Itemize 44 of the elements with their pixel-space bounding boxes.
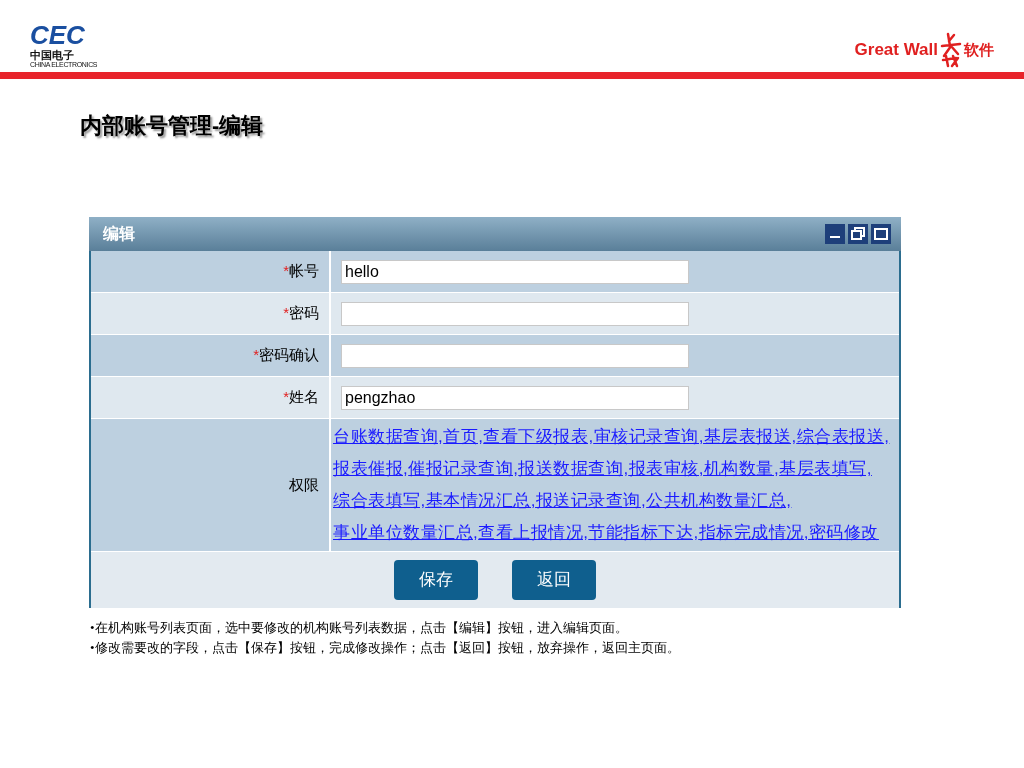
- logo-mark: CEC: [30, 22, 86, 48]
- permission-link[interactable]: 基层表填写,: [779, 459, 872, 478]
- instruction-text: •修改需要改的字段，点击【保存】按钮，完成修改操作；点击【返回】按钮，放弃操作，返回主页面。: [90, 639, 681, 657]
- permission-link[interactable]: 报表审核,: [628, 459, 704, 478]
- permission-link[interactable]: 审核记录查询,: [593, 427, 704, 446]
- action-button[interactable]: 保存: [394, 560, 478, 600]
- permission-link[interactable]: 催报记录查询,: [408, 459, 519, 478]
- permission-link[interactable]: 报送数据查询,: [518, 459, 629, 478]
- permission-link[interactable]: 指标完成情况,: [698, 523, 809, 542]
- permission-link[interactable]: 报送记录查询,: [535, 491, 647, 510]
- permission-link[interactable]: 报表催报,: [333, 459, 409, 478]
- field-label: *密码: [283, 303, 319, 324]
- permission-link[interactable]: 首页,: [443, 427, 484, 446]
- permission-link[interactable]: 查看下级报表,: [483, 427, 594, 446]
- maximize-icon[interactable]: [871, 224, 891, 244]
- text-field[interactable]: hello: [341, 259, 689, 284]
- action-button[interactable]: 返回: [512, 560, 596, 600]
- permission-link[interactable]: 基本情况汇总,: [425, 491, 536, 510]
- minimize-icon[interactable]: [825, 224, 845, 244]
- permission-link[interactable]: 密码修改: [808, 523, 879, 542]
- text-field[interactable]: [341, 301, 689, 326]
- logo-name: Great Wall: [854, 39, 938, 62]
- field-label: 权限: [289, 474, 319, 495]
- permission-link[interactable]: 综合表填写,: [333, 491, 426, 510]
- permission-link[interactable]: 台账数据查询,: [333, 427, 444, 446]
- permission-link[interactable]: 基层表报送,: [703, 427, 797, 446]
- slide-title: 内部账号管理-编辑: [80, 112, 265, 140]
- field-label: *密码确认: [253, 345, 319, 366]
- calligraphy-icon: [940, 32, 962, 68]
- restore-icon[interactable]: [848, 224, 868, 244]
- permission-link[interactable]: 公共机构数量汇总,: [646, 491, 792, 510]
- logo-suffix: 软件: [964, 39, 994, 60]
- field-label: *姓名: [283, 387, 319, 408]
- text-field[interactable]: pengzhao: [341, 385, 689, 410]
- permission-link[interactable]: 节能指标下达,: [588, 523, 699, 542]
- permission-link[interactable]: 机构数量,: [703, 459, 780, 478]
- text-field[interactable]: [341, 343, 689, 368]
- window-title: 编辑: [103, 224, 135, 244]
- logo-name: 中国电子: [30, 50, 75, 61]
- permission-link[interactable]: 综合表报送,: [796, 427, 890, 446]
- permission-link[interactable]: 查看上报情况,: [478, 523, 589, 542]
- instruction-text: •在机构账号列表页面，选中要修改的机构账号列表数据，点击【编辑】按钮，进入编辑页面。: [90, 619, 629, 637]
- permission-link[interactable]: 事业单位数量汇总,: [333, 523, 479, 542]
- field-label: *帐号: [283, 261, 319, 282]
